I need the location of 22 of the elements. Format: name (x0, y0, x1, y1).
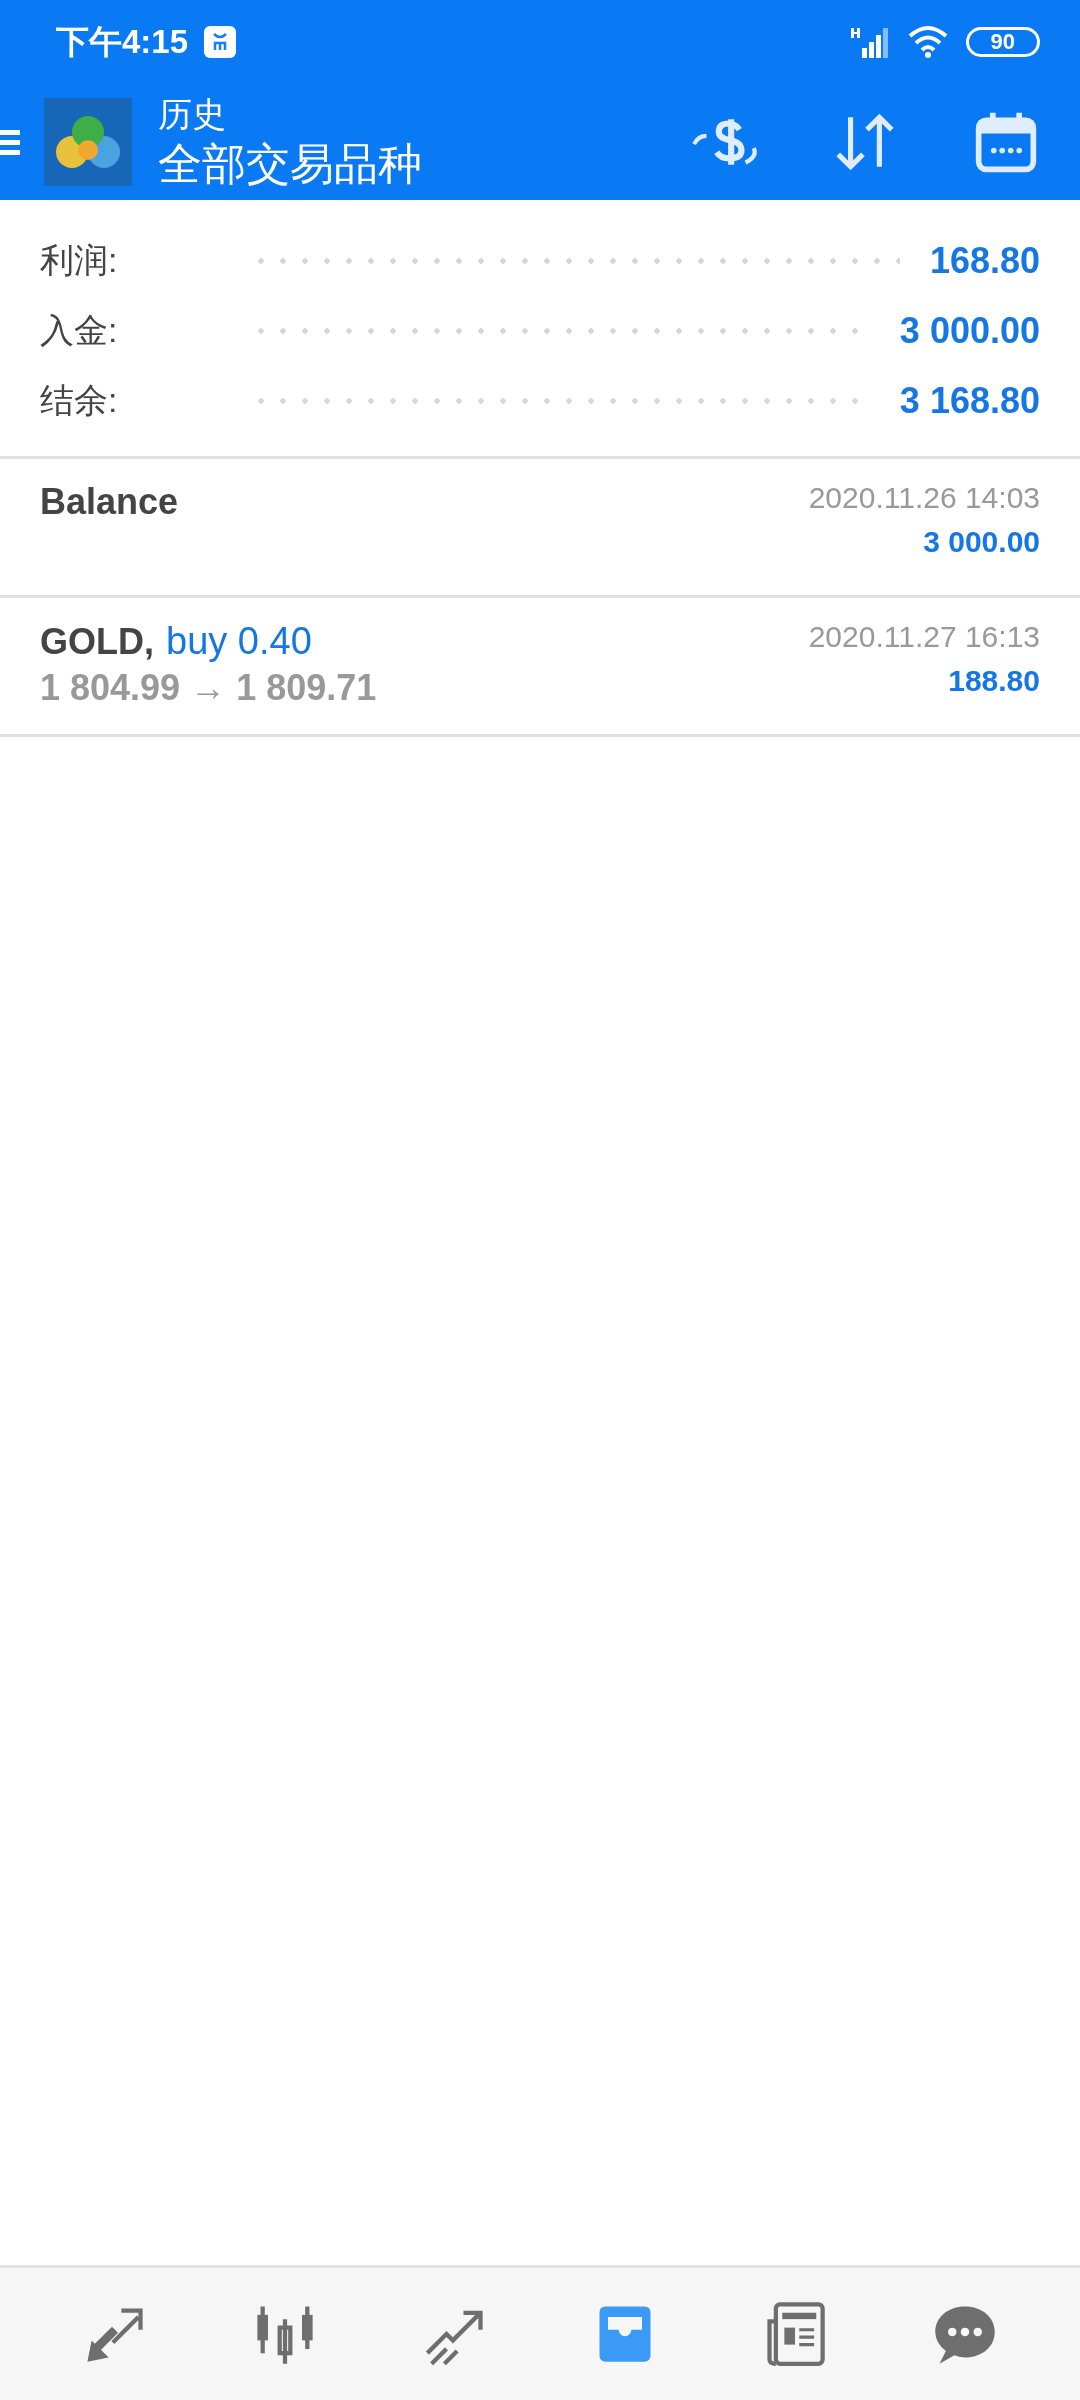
deal-symbol: GOLD, (40, 621, 154, 663)
deal-prices: 1 804.99 → 1 809.71 (40, 667, 377, 709)
status-time: 下午4:15 (56, 21, 189, 62)
app-logo-icon (44, 98, 132, 186)
deal-title: Balance (40, 481, 179, 523)
screen-title: 历史 (158, 94, 227, 135)
deal-row[interactable]: Balance 2020.11.26 14:03 3 000.00 (0, 459, 1080, 598)
shopping-bag-icon (202, 24, 239, 60)
summary-value: 3 000.00 (899, 310, 1040, 352)
deal-row[interactable]: GOLD, buy 0.40 1 804.99 → 1 809.71 2020.11.27 16:13 188.80 (0, 598, 1080, 737)
summary-label: 入金: (40, 310, 119, 351)
deal-time: 2020.11.26 14:03 (808, 481, 1040, 515)
deal-amount: 188.80 (948, 664, 1040, 698)
symbol-filter[interactable]: 全部交易品种 (158, 136, 422, 192)
deal-time: 2020.11.27 16:13 (808, 620, 1040, 654)
summary-label: 利润: (40, 240, 119, 281)
battery-indicator: 90 (965, 27, 1040, 57)
deal-amount: 3 000.00 (923, 525, 1040, 559)
summary-value: 168.80 (929, 240, 1040, 282)
summary-label: 结余: (40, 380, 119, 421)
deal-side: buy 0.40 (166, 620, 312, 663)
summary-value: 3 168.80 (899, 380, 1040, 422)
